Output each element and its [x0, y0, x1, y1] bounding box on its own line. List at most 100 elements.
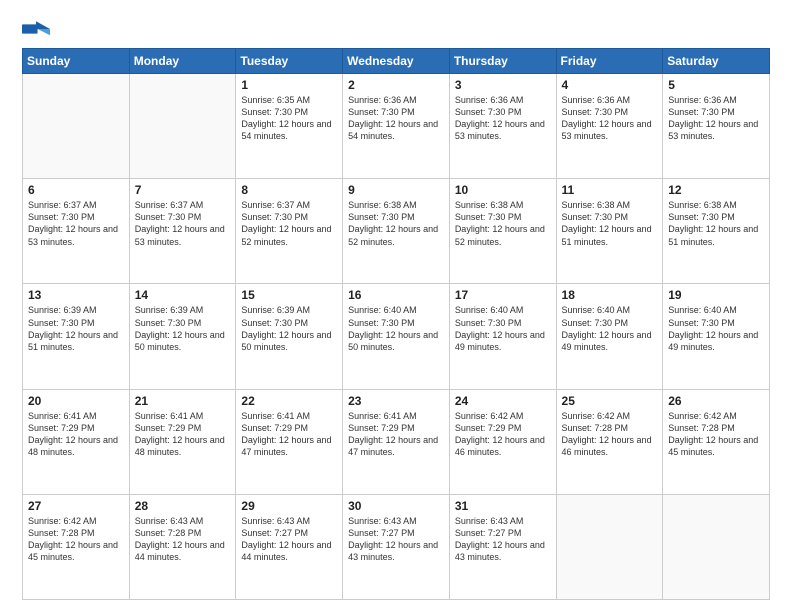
- week-row-1: 6 Sunrise: 6:37 AM Sunset: 7:30 PM Daylig…: [23, 179, 770, 284]
- day-cell: 15 Sunrise: 6:39 AM Sunset: 7:30 PM Dayli…: [236, 284, 343, 389]
- day-cell: 5 Sunrise: 6:36 AM Sunset: 7:30 PM Daylig…: [663, 74, 770, 179]
- day-cell: 29 Sunrise: 6:43 AM Sunset: 7:27 PM Dayli…: [236, 494, 343, 599]
- weekday-header-monday: Monday: [129, 49, 236, 74]
- day-info: Sunrise: 6:41 AM Sunset: 7:29 PM Dayligh…: [28, 410, 124, 459]
- day-info: Sunrise: 6:38 AM Sunset: 7:30 PM Dayligh…: [348, 199, 444, 248]
- day-number: 3: [455, 78, 551, 92]
- day-info: Sunrise: 6:39 AM Sunset: 7:30 PM Dayligh…: [135, 304, 231, 353]
- day-info: Sunrise: 6:40 AM Sunset: 7:30 PM Dayligh…: [348, 304, 444, 353]
- day-number: 30: [348, 499, 444, 513]
- calendar-table: SundayMondayTuesdayWednesdayThursdayFrid…: [22, 48, 770, 600]
- day-cell: 6 Sunrise: 6:37 AM Sunset: 7:30 PM Daylig…: [23, 179, 130, 284]
- day-info: Sunrise: 6:41 AM Sunset: 7:29 PM Dayligh…: [348, 410, 444, 459]
- day-cell: [23, 74, 130, 179]
- day-info: Sunrise: 6:39 AM Sunset: 7:30 PM Dayligh…: [241, 304, 337, 353]
- day-cell: 14 Sunrise: 6:39 AM Sunset: 7:30 PM Dayli…: [129, 284, 236, 389]
- day-info: Sunrise: 6:42 AM Sunset: 7:28 PM Dayligh…: [562, 410, 658, 459]
- day-cell: [129, 74, 236, 179]
- day-number: 22: [241, 394, 337, 408]
- day-number: 21: [135, 394, 231, 408]
- day-cell: 24Sunrise: 6:42 AM Sunset: 7:29 PM Dayli…: [449, 389, 556, 494]
- day-cell: 10 Sunrise: 6:38 AM Sunset: 7:30 PM Dayli…: [449, 179, 556, 284]
- day-info: Sunrise: 6:38 AM Sunset: 7:30 PM Dayligh…: [668, 199, 764, 248]
- week-row-2: 13Sunrise: 6:39 AM Sunset: 7:30 PM Dayli…: [23, 284, 770, 389]
- day-info: Sunrise: 6:36 AM Sunset: 7:30 PM Dayligh…: [562, 94, 658, 143]
- day-info: Sunrise: 6:37 AM Sunset: 7:30 PM Dayligh…: [28, 199, 124, 248]
- day-number: 16: [348, 288, 444, 302]
- day-info: Sunrise: 6:36 AM Sunset: 7:30 PM Dayligh…: [668, 94, 764, 143]
- day-cell: 17Sunrise: 6:40 AM Sunset: 7:30 PM Dayli…: [449, 284, 556, 389]
- day-info: Sunrise: 6:43 AM Sunset: 7:27 PM Dayligh…: [348, 515, 444, 564]
- day-cell: 11 Sunrise: 6:38 AM Sunset: 7:30 PM Dayli…: [556, 179, 663, 284]
- day-cell: 19Sunrise: 6:40 AM Sunset: 7:30 PM Dayli…: [663, 284, 770, 389]
- day-cell: 21 Sunrise: 6:41 AM Sunset: 7:29 PM Dayli…: [129, 389, 236, 494]
- day-info: Sunrise: 6:36 AM Sunset: 7:30 PM Dayligh…: [348, 94, 444, 143]
- day-cell: 31 Sunrise: 6:43 AM Sunset: 7:27 PM Dayli…: [449, 494, 556, 599]
- logo-icon: [22, 18, 50, 40]
- day-cell: 27 Sunrise: 6:42 AM Sunset: 7:28 PM Dayli…: [23, 494, 130, 599]
- day-info: Sunrise: 6:37 AM Sunset: 7:30 PM Dayligh…: [241, 199, 337, 248]
- day-cell: 28 Sunrise: 6:43 AM Sunset: 7:28 PM Dayli…: [129, 494, 236, 599]
- weekday-header-thursday: Thursday: [449, 49, 556, 74]
- day-info: Sunrise: 6:43 AM Sunset: 7:28 PM Dayligh…: [135, 515, 231, 564]
- day-cell: 26Sunrise: 6:42 AM Sunset: 7:28 PM Dayli…: [663, 389, 770, 494]
- day-info: Sunrise: 6:42 AM Sunset: 7:28 PM Dayligh…: [28, 515, 124, 564]
- day-number: 20: [28, 394, 124, 408]
- day-cell: 25 Sunrise: 6:42 AM Sunset: 7:28 PM Dayli…: [556, 389, 663, 494]
- day-cell: 20 Sunrise: 6:41 AM Sunset: 7:29 PM Dayli…: [23, 389, 130, 494]
- day-number: 8: [241, 183, 337, 197]
- day-info: Sunrise: 6:37 AM Sunset: 7:30 PM Dayligh…: [135, 199, 231, 248]
- day-number: 2: [348, 78, 444, 92]
- header: [22, 18, 770, 40]
- day-number: 28: [135, 499, 231, 513]
- day-number: 27: [28, 499, 124, 513]
- day-number: 4: [562, 78, 658, 92]
- day-number: 6: [28, 183, 124, 197]
- day-number: 9: [348, 183, 444, 197]
- weekday-header-sunday: Sunday: [23, 49, 130, 74]
- day-cell: 8 Sunrise: 6:37 AM Sunset: 7:30 PM Daylig…: [236, 179, 343, 284]
- day-number: 17: [455, 288, 551, 302]
- day-cell: [556, 494, 663, 599]
- weekday-header-wednesday: Wednesday: [343, 49, 450, 74]
- day-info: Sunrise: 6:43 AM Sunset: 7:27 PM Dayligh…: [241, 515, 337, 564]
- day-cell: 3 Sunrise: 6:36 AM Sunset: 7:30 PM Daylig…: [449, 74, 556, 179]
- day-number: 31: [455, 499, 551, 513]
- day-info: Sunrise: 6:41 AM Sunset: 7:29 PM Dayligh…: [135, 410, 231, 459]
- day-cell: 16 Sunrise: 6:40 AM Sunset: 7:30 PM Dayli…: [343, 284, 450, 389]
- day-cell: [663, 494, 770, 599]
- logo: [22, 18, 54, 40]
- day-number: 24: [455, 394, 551, 408]
- day-cell: 30 Sunrise: 6:43 AM Sunset: 7:27 PM Dayli…: [343, 494, 450, 599]
- day-cell: 7 Sunrise: 6:37 AM Sunset: 7:30 PM Daylig…: [129, 179, 236, 284]
- day-info: Sunrise: 6:38 AM Sunset: 7:30 PM Dayligh…: [562, 199, 658, 248]
- day-number: 23: [348, 394, 444, 408]
- day-cell: 2 Sunrise: 6:36 AM Sunset: 7:30 PM Daylig…: [343, 74, 450, 179]
- day-number: 7: [135, 183, 231, 197]
- day-number: 12: [668, 183, 764, 197]
- day-info: Sunrise: 6:36 AM Sunset: 7:30 PM Dayligh…: [455, 94, 551, 143]
- day-number: 29: [241, 499, 337, 513]
- day-number: 14: [135, 288, 231, 302]
- page: SundayMondayTuesdayWednesdayThursdayFrid…: [0, 0, 792, 612]
- day-number: 11: [562, 183, 658, 197]
- day-number: 1: [241, 78, 337, 92]
- day-info: Sunrise: 6:40 AM Sunset: 7:30 PM Dayligh…: [562, 304, 658, 353]
- weekday-header-tuesday: Tuesday: [236, 49, 343, 74]
- day-info: Sunrise: 6:43 AM Sunset: 7:27 PM Dayligh…: [455, 515, 551, 564]
- day-number: 10: [455, 183, 551, 197]
- day-info: Sunrise: 6:38 AM Sunset: 7:30 PM Dayligh…: [455, 199, 551, 248]
- weekday-header-friday: Friday: [556, 49, 663, 74]
- day-number: 5: [668, 78, 764, 92]
- day-cell: 18Sunrise: 6:40 AM Sunset: 7:30 PM Dayli…: [556, 284, 663, 389]
- day-cell: 12 Sunrise: 6:38 AM Sunset: 7:30 PM Dayli…: [663, 179, 770, 284]
- day-number: 15: [241, 288, 337, 302]
- day-number: 25: [562, 394, 658, 408]
- weekday-header-saturday: Saturday: [663, 49, 770, 74]
- day-cell: 4 Sunrise: 6:36 AM Sunset: 7:30 PM Daylig…: [556, 74, 663, 179]
- day-info: Sunrise: 6:42 AM Sunset: 7:28 PM Dayligh…: [668, 410, 764, 459]
- day-number: 19: [668, 288, 764, 302]
- day-cell: 1 Sunrise: 6:35 AM Sunset: 7:30 PM Daylig…: [236, 74, 343, 179]
- day-info: Sunrise: 6:35 AM Sunset: 7:30 PM Dayligh…: [241, 94, 337, 143]
- week-row-4: 27 Sunrise: 6:42 AM Sunset: 7:28 PM Dayli…: [23, 494, 770, 599]
